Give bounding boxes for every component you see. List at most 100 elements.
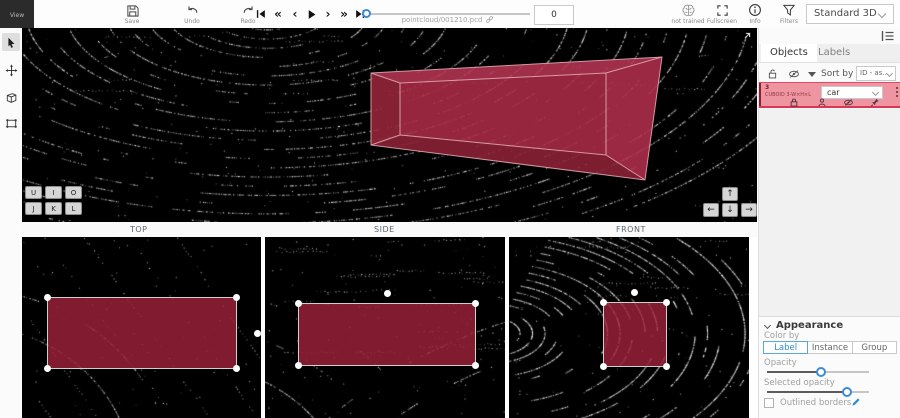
- view-mode-select[interactable]: Standard 3D: [806, 4, 894, 24]
- fast-rewind-button[interactable]: «: [270, 6, 286, 22]
- brain-icon: [681, 4, 696, 17]
- panel-toggle-icon[interactable]: [881, 30, 895, 42]
- bbox-handle[interactable]: [663, 363, 670, 370]
- shortcut-key-u[interactable]: U: [25, 186, 42, 199]
- bbox-rotate-handle[interactable]: [631, 289, 638, 296]
- object-pin-icon[interactable]: [870, 97, 880, 108]
- select-tool-button[interactable]: [2, 33, 20, 51]
- bbox-side-view[interactable]: [298, 303, 476, 366]
- perspective-3d-view[interactable]: U I O J K L ↑ ← ↓ →: [22, 28, 757, 222]
- move-icon: [5, 64, 18, 77]
- bbox-rotate-handle[interactable]: [384, 290, 391, 297]
- color-by-segmented-control: Label Instance Group: [763, 341, 897, 354]
- lock-all-icon[interactable]: [767, 68, 778, 80]
- opacity-slider[interactable]: [767, 367, 869, 377]
- bbox-handle[interactable]: [295, 362, 302, 369]
- color-by-option-label[interactable]: Label: [763, 341, 808, 354]
- undo-button[interactable]: Undo: [172, 1, 212, 27]
- object-visibility-icon[interactable]: [843, 97, 854, 108]
- frame-filename: pointcloud/001210.pcd: [368, 15, 528, 24]
- arrow-right-key[interactable]: →: [741, 203, 757, 217]
- bbox-front-view[interactable]: [603, 302, 667, 367]
- opacity-slider-handle[interactable]: [816, 367, 826, 377]
- selected-cuboid-annotation[interactable]: [22, 28, 757, 222]
- color-by-label: Color by: [764, 331, 799, 341]
- bbox-handle[interactable]: [233, 294, 240, 301]
- edit-pencil-icon[interactable]: [851, 397, 861, 407]
- object-row[interactable]: 3 CUBOID 3-W×H×L car: [759, 82, 900, 108]
- filters-label: Filters: [780, 18, 798, 25]
- ortho-view-labels: TOP SIDE FRONT: [22, 222, 757, 237]
- shortcut-key-k[interactable]: K: [45, 202, 62, 215]
- skip-to-start-button[interactable]: [253, 6, 269, 22]
- fullscreen-icon: [716, 4, 729, 17]
- appearance-header[interactable]: Appearance: [765, 320, 843, 331]
- cursor-icon: [5, 36, 17, 49]
- object-assignee-icon[interactable]: [817, 97, 827, 108]
- shortcut-key-l[interactable]: L: [65, 202, 82, 215]
- bbox-top-view[interactable]: [47, 297, 237, 369]
- selected-opacity-slider[interactable]: [767, 387, 869, 397]
- fast-forward-button[interactable]: »: [336, 6, 352, 22]
- sort-direction-icon[interactable]: [808, 72, 816, 77]
- next-frame-button[interactable]: ›: [320, 6, 336, 22]
- panel-tabs: Objects Labels: [759, 44, 900, 63]
- bbox-handle[interactable]: [600, 299, 607, 306]
- object-id: 3: [765, 84, 769, 91]
- cuboid-icon: [5, 91, 18, 104]
- save-button[interactable]: Save: [112, 1, 152, 27]
- objects-toolbar: Sort by ID - as...: [759, 66, 900, 82]
- annotation-app: View Save Undo Redo « ‹ › » pointcloud/0…: [0, 0, 900, 418]
- tools-sidebar: [0, 28, 23, 418]
- selected-opacity-slider-handle[interactable]: [842, 387, 852, 397]
- tab-labels[interactable]: Labels: [809, 44, 859, 62]
- top-toolbar: View Save Undo Redo « ‹ › » pointcloud/0…: [0, 0, 900, 29]
- bbox-handle[interactable]: [472, 300, 479, 307]
- top-ortho-view[interactable]: [22, 237, 261, 418]
- arrow-down-key[interactable]: ↓: [722, 203, 738, 217]
- arrow-up-key[interactable]: ↑: [722, 187, 738, 201]
- arrow-left-key[interactable]: ←: [703, 203, 719, 217]
- info-button[interactable]: Info: [738, 1, 772, 27]
- outlined-borders-checkbox[interactable]: [764, 398, 774, 408]
- side-view-label: SIDE: [374, 225, 395, 234]
- filters-button[interactable]: Filters: [772, 1, 806, 27]
- smart-cuboid-tool-button[interactable]: [2, 114, 20, 132]
- hide-all-icon[interactable]: [788, 68, 800, 80]
- link-icon[interactable]: [485, 15, 494, 24]
- expand-view-icon[interactable]: [740, 32, 751, 43]
- bbox-handle[interactable]: [233, 365, 240, 372]
- bbox-handle[interactable]: [663, 299, 670, 306]
- neural-status-button[interactable]: not trained: [671, 1, 705, 27]
- box-points-icon: [5, 117, 18, 130]
- color-by-option-instance[interactable]: Instance: [807, 341, 852, 354]
- bbox-handle[interactable]: [44, 365, 51, 372]
- bbox-handle[interactable]: [295, 300, 302, 307]
- move-tool-button[interactable]: [2, 61, 20, 79]
- color-by-option-group[interactable]: Group: [852, 341, 897, 354]
- sort-select[interactable]: ID - as...: [856, 66, 896, 81]
- bbox-handle[interactable]: [44, 294, 51, 301]
- object-lock-icon[interactable]: [789, 97, 799, 108]
- object-menu-icon[interactable]: [896, 87, 898, 97]
- bbox-rotate-handle[interactable]: [254, 330, 261, 337]
- collapse-icon: [764, 322, 771, 329]
- main-menu-button[interactable]: View: [0, 0, 34, 28]
- fullscreen-button[interactable]: Fullscreen: [705, 1, 739, 27]
- shortcut-key-o[interactable]: O: [65, 186, 82, 199]
- outlined-borders-label: Outlined borders: [780, 398, 851, 408]
- shortcut-key-i[interactable]: I: [45, 186, 62, 199]
- previous-frame-button[interactable]: ‹: [287, 6, 303, 22]
- shortcut-key-j[interactable]: J: [25, 202, 42, 215]
- cuboid-tool-button[interactable]: [2, 88, 20, 106]
- bbox-handle[interactable]: [600, 363, 607, 370]
- side-ortho-view[interactable]: [265, 237, 505, 418]
- bbox-handle[interactable]: [472, 362, 479, 369]
- front-ortho-view[interactable]: [509, 237, 749, 418]
- info-icon: [748, 3, 762, 17]
- front-view-label: FRONT: [616, 225, 646, 234]
- frame-number-input[interactable]: [534, 5, 574, 25]
- sort-by-label: Sort by: [821, 69, 853, 79]
- save-icon: [126, 4, 139, 17]
- play-button[interactable]: [303, 6, 319, 22]
